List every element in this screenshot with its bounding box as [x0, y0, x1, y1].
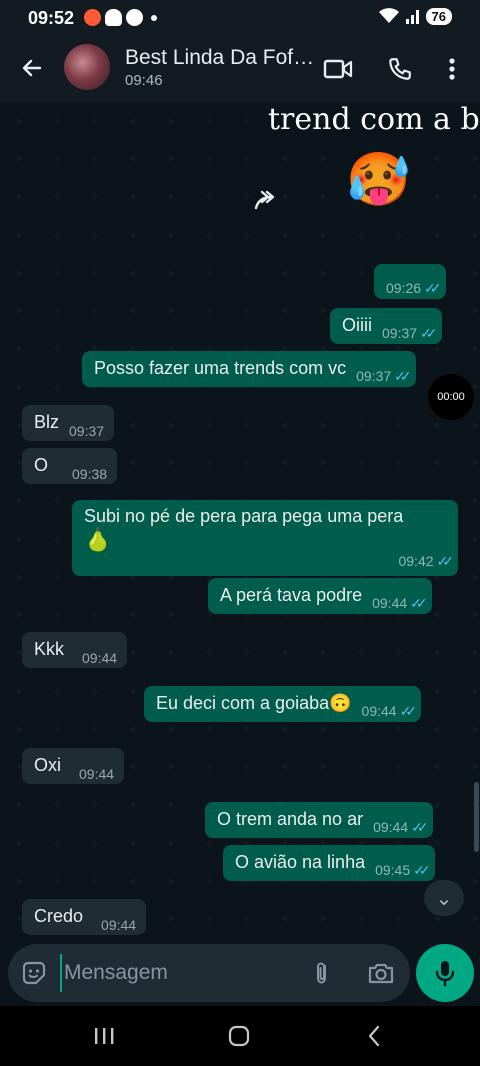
read-ticks-icon: ✓✓: [410, 594, 428, 611]
back-nav-button[interactable]: [354, 1020, 394, 1052]
message-bubble-out[interactable]: Oiiii 09:37 ✓✓: [330, 308, 442, 344]
recent-apps-button[interactable]: [84, 1020, 124, 1052]
pear-emoji: 🍐: [84, 527, 112, 552]
scroll-to-bottom-button[interactable]: ⌄: [424, 880, 464, 916]
message-bubble-in[interactable]: Blz 09:37: [22, 405, 115, 441]
sticker-emoji-icon[interactable]: [20, 959, 48, 987]
message-text: Oxi: [34, 754, 61, 775]
message-text: Blz: [34, 411, 60, 432]
message-bubble-in[interactable]: Kkk 09:44: [22, 632, 128, 668]
message-bubble-in[interactable]: Oxi 09:44: [22, 748, 125, 784]
message-text: Oiiii: [342, 314, 372, 335]
message-time: 09:37: [382, 324, 418, 341]
home-button[interactable]: [219, 1020, 259, 1052]
voice-message-button[interactable]: [416, 944, 474, 1002]
camera-icon[interactable]: [366, 959, 396, 987]
read-ticks-icon: ✓✓: [411, 818, 429, 835]
scrollbar-thumb[interactable]: [474, 782, 479, 852]
message-time: 09:44: [372, 594, 408, 611]
chevron-left-icon: [368, 1025, 380, 1047]
status-time: 09:52: [28, 8, 75, 28]
contact-name[interactable]: Best Linda Da Fofura: [125, 46, 315, 70]
message-time: 09:45: [375, 861, 411, 878]
forward-icon[interactable]: [252, 188, 282, 214]
microphone-icon: [435, 961, 455, 987]
read-ticks-icon: ✓✓: [413, 861, 431, 878]
more-options-button[interactable]: [432, 49, 472, 89]
system-nav-bar: [0, 1006, 480, 1066]
emoji-sticker[interactable]: 🥵: [346, 154, 411, 206]
signal-icon: [405, 10, 419, 24]
message-bubble-out[interactable]: Posso fazer uma trends com vc 09:37 ✓✓: [82, 351, 416, 387]
message-text: O avião na linha: [235, 851, 366, 872]
avatar[interactable]: [64, 44, 110, 90]
message-bubble-in[interactable]: O 09:38: [22, 448, 118, 484]
voice-call-button[interactable]: [380, 49, 420, 89]
recent-apps-icon: [95, 1028, 114, 1044]
message-text: O: [34, 454, 49, 475]
attach-icon[interactable]: [308, 959, 336, 987]
message-time: 09:44: [101, 916, 137, 933]
message-time: 09:44: [373, 818, 409, 835]
message-text: Eu deci com a goiaba🙃: [156, 692, 352, 713]
message-icon: [126, 9, 143, 26]
message-text: A perá tava podre: [220, 584, 363, 605]
read-ticks-icon: ✓✓: [420, 324, 438, 341]
message-bubble-out[interactable]: 09:26 ✓✓: [374, 264, 446, 299]
battery-icon: 76: [425, 7, 452, 25]
snapchat-icon: [105, 9, 122, 26]
back-arrow-icon: [22, 59, 42, 77]
message-bubble-out[interactable]: A perá tava podre 09:44 ✓✓: [208, 578, 432, 614]
chat-area[interactable]: trend com a b 🥵 09:26 ✓✓ Oiiii 09:37 ✓✓ Pos…: [0, 102, 480, 940]
message-time: 09:44: [82, 649, 118, 666]
message-time: 09:42: [398, 553, 434, 569]
read-ticks-icon: ✓✓: [424, 280, 442, 296]
message-time: 09:37: [69, 422, 105, 439]
recorder-icon: [84, 9, 101, 26]
message-text: Kkk: [34, 638, 65, 659]
last-seen: 09:46: [125, 72, 163, 89]
read-ticks-icon: ✓✓: [399, 702, 418, 719]
message-time: 09:26: [386, 280, 422, 296]
phone-icon: [389, 58, 411, 80]
back-button[interactable]: [14, 50, 50, 86]
message-time: 09:44: [361, 702, 397, 719]
message-bubble-out[interactable]: O avião na linha 09:45 ✓✓: [223, 845, 435, 881]
message-bubble-out[interactable]: Eu deci com a goiaba🙃 09:44 ✓✓: [144, 686, 422, 722]
message-text: O trem anda no ar: [217, 808, 364, 829]
wifi-icon: [378, 8, 399, 23]
message-bubble-out[interactable]: O trem anda no ar 09:44 ✓✓: [205, 802, 433, 838]
message-time: 09:38: [72, 465, 108, 482]
sticker-text: trend com a b: [268, 102, 480, 137]
duration-badge: 00:00: [428, 374, 474, 420]
message-input[interactable]: [60, 954, 290, 992]
message-composer: [8, 944, 410, 1002]
message-bubble-in[interactable]: Credo 09:44: [22, 899, 147, 935]
notification-icons: [84, 9, 157, 26]
system-icons: 76: [378, 7, 452, 25]
message-time: 09:37: [356, 367, 392, 384]
message-bubble-out[interactable]: Subi no pé de pera para pega uma pera 🍐 …: [72, 500, 458, 576]
more-vert-icon: [449, 58, 455, 80]
video-call-button[interactable]: [318, 49, 358, 89]
video-call-icon: [323, 59, 353, 79]
read-ticks-icon: ✓✓: [394, 367, 412, 384]
double-chevron-down-icon: ⌄: [435, 887, 453, 910]
message-text: Credo: [34, 905, 84, 926]
read-ticks-icon: ✓✓: [436, 553, 455, 569]
message-text: Posso fazer uma trends com vc: [94, 357, 347, 378]
more-notifications-dot-icon: [151, 14, 157, 21]
input-bar: [0, 940, 480, 1006]
message-time: 09:44: [79, 765, 115, 782]
message-text: Subi no pé de pera para pega uma pera: [84, 506, 404, 526]
chat-header: Best Linda Da Fofura 09:46: [0, 36, 480, 102]
home-icon: [228, 1025, 250, 1047]
status-bar: 09:52 76: [0, 0, 480, 36]
